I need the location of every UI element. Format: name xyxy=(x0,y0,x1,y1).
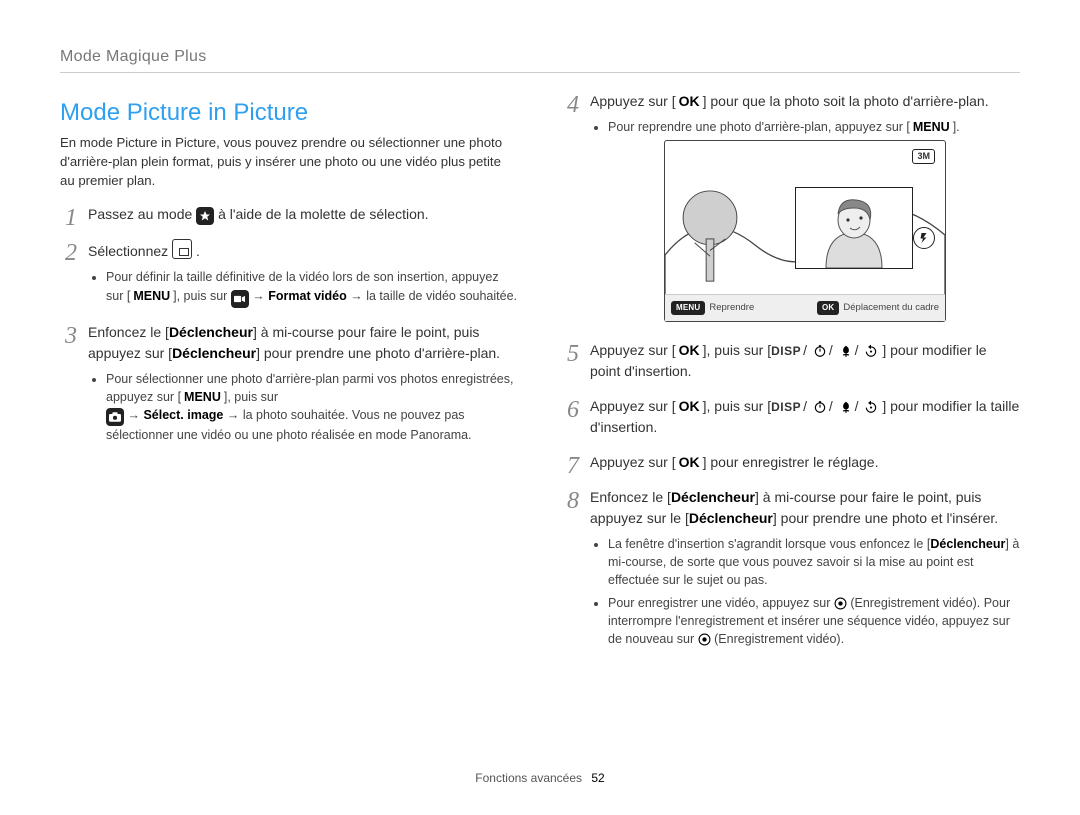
pip-inset-frame xyxy=(795,187,913,269)
video-icon xyxy=(231,290,249,308)
step-number: 7 xyxy=(562,448,584,484)
step-text: Appuyez sur [OK] pour enregistrer le rég… xyxy=(590,454,878,470)
menu-label: MENU xyxy=(181,388,224,406)
person-illustration xyxy=(796,188,912,268)
format-video-label: Format vidéo xyxy=(268,289,347,303)
footer-menu-pill: MENU xyxy=(671,301,705,315)
camera-preview: 3M xyxy=(664,140,946,322)
right-steps: 4 Appuyez sur [OK] pour que la photo soi… xyxy=(562,91,1020,648)
page-title: Mode Picture in Picture xyxy=(60,99,518,127)
step-text: Sélectionnez xyxy=(88,243,172,259)
footer-left-text: Reprendre xyxy=(709,301,754,315)
page-number: 52 xyxy=(591,771,604,785)
manual-page: Mode Magique Plus Mode Picture in Pictur… xyxy=(0,0,1080,815)
step-8-sub-item-2: Pour enregistrer une vidéo, appuyez sur … xyxy=(608,594,1020,648)
step-number: 6 xyxy=(562,392,584,428)
step-6: 6 Appuyez sur [OK], puis sur [DISP/ / / … xyxy=(562,396,1020,438)
two-column-layout: Mode Picture in Picture En mode Picture … xyxy=(60,91,1020,662)
step-text: Enfoncez le [Déclencheur] à mi-course po… xyxy=(88,324,500,361)
camera-icon xyxy=(106,408,124,426)
disp-label: DISP xyxy=(771,344,801,358)
step-text: Passez au mode xyxy=(88,206,196,222)
footer-right-text: Déplacement du cadre xyxy=(843,301,939,315)
ok-label: OK xyxy=(676,396,703,417)
step-text-post: . xyxy=(196,243,200,259)
step-number: 5 xyxy=(562,336,584,372)
step-number: 3 xyxy=(60,318,82,354)
macro-icon xyxy=(839,400,853,414)
step-text: Appuyez sur [OK], puis sur [DISP/ / / ] … xyxy=(590,342,987,379)
step-number: 2 xyxy=(60,235,82,271)
step-number: 8 xyxy=(562,483,584,519)
record-icon xyxy=(834,597,847,610)
step-text: Appuyez sur [OK], puis sur [DISP/ / / ] … xyxy=(590,398,1019,435)
step-2-sub: Pour définir la taille définitive de la … xyxy=(88,268,518,307)
step-2-sub-item: Pour définir la taille définitive de la … xyxy=(106,268,518,307)
step-text: Appuyez sur [OK] pour que la photo soit … xyxy=(590,93,989,109)
mode-dial-icon xyxy=(196,207,214,225)
step-4-sub-item: Pour reprendre une photo d'arrière-plan,… xyxy=(608,118,1020,136)
ok-label: OK xyxy=(676,91,703,112)
disp-label: DISP xyxy=(771,400,801,414)
step-4: 4 Appuyez sur [OK] pour que la photo soi… xyxy=(562,91,1020,322)
preview-footer: MENU Reprendre OK Déplacement du cadre xyxy=(665,294,945,321)
flash-off-icon xyxy=(913,227,935,249)
page-footer: Fonctions avancées 52 xyxy=(0,771,1080,785)
step-5: 5 Appuyez sur [OK], puis sur [DISP/ / / … xyxy=(562,340,1020,382)
ok-label: OK xyxy=(676,340,703,361)
right-column: 4 Appuyez sur [OK] pour que la photo soi… xyxy=(562,91,1020,662)
step-3-sub-item: Pour sélectionner une photo d'arrière-pl… xyxy=(106,370,518,444)
macro-icon xyxy=(839,344,853,358)
breadcrumb: Mode Magique Plus xyxy=(60,48,1020,73)
left-column: Mode Picture in Picture En mode Picture … xyxy=(60,91,518,662)
tree-illustration xyxy=(679,189,741,285)
step-7: 7 Appuyez sur [OK] pour enregistrer le r… xyxy=(562,452,1020,473)
menu-label: MENU xyxy=(130,287,173,305)
timer-icon xyxy=(813,400,827,414)
step-text: Enfoncez le [Déclencheur] à mi-course po… xyxy=(590,489,998,526)
step-number: 1 xyxy=(60,200,82,236)
step-number: 4 xyxy=(562,87,584,123)
record-icon xyxy=(698,633,711,646)
ok-label: OK xyxy=(676,452,703,473)
left-steps: 1 Passez au mode à l'aide de la molette … xyxy=(60,204,518,444)
step-3: 3 Enfoncez le [Déclencheur] à mi-course … xyxy=(60,322,518,444)
menu-label: MENU xyxy=(910,118,953,136)
self-timer-icon xyxy=(864,400,878,414)
intro-paragraph: En mode Picture in Picture, vous pouvez … xyxy=(60,133,518,190)
timer-icon xyxy=(813,344,827,358)
step-8-sub: La fenêtre d'insertion s'agrandit lorsqu… xyxy=(590,535,1020,648)
footer-ok-pill: OK xyxy=(817,301,839,315)
step-3-sub: Pour sélectionner une photo d'arrière-pl… xyxy=(88,370,518,444)
resolution-badge: 3M xyxy=(912,149,935,164)
step-8-sub-item-1: La fenêtre d'insertion s'agrandit lorsqu… xyxy=(608,535,1020,589)
footer-section: Fonctions avancées xyxy=(475,771,582,785)
step-8: 8 Enfoncez le [Déclencheur] à mi-course … xyxy=(562,487,1020,648)
step-1: 1 Passez au mode à l'aide de la molette … xyxy=(60,204,518,225)
select-image-label: Sélect. image xyxy=(143,408,223,422)
step-text-post: à l'aide de la molette de sélection. xyxy=(218,206,428,222)
step-2: 2 Sélectionnez . Pour définir la taille … xyxy=(60,239,518,307)
step-4-sub: Pour reprendre une photo d'arrière-plan,… xyxy=(590,118,1020,136)
self-timer-icon xyxy=(864,344,878,358)
pip-mode-icon xyxy=(172,239,192,259)
